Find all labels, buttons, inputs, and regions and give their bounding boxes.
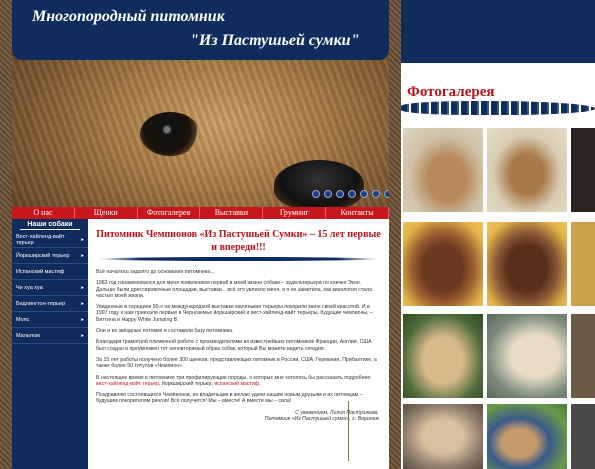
- gallery-thumb[interactable]: [571, 128, 595, 212]
- gallery-thumb[interactable]: [571, 222, 595, 306]
- paragraph: За 15 лет работы получено более 300 щенк…: [96, 356, 377, 370]
- site-title: Многопородный питомник: [32, 8, 225, 25]
- sidebar-item-label: Чи хуа хуа: [16, 284, 43, 291]
- arrow-icon: ▸: [81, 284, 84, 291]
- header-banner: Многопородный питомник "Из Пастушьей сум…: [12, 0, 389, 207]
- sidebar-item-chihuahua[interactable]: Чи хуа хуа ▸: [12, 280, 88, 296]
- gallery-thumb[interactable]: [403, 314, 483, 398]
- dog-nose: [274, 160, 364, 207]
- gallery-panel: Фотогалерея: [401, 0, 595, 469]
- paragraph: Поздравляю состоявшихся Чемпионов, их вл…: [96, 392, 363, 405]
- paragraph-text: В настоящее время в питомнике три профил…: [96, 374, 372, 381]
- slider-dot[interactable]: [312, 190, 320, 198]
- gallery-thumb[interactable]: [403, 128, 483, 212]
- gallery-title: Фотогалерея: [407, 84, 495, 100]
- content-title: Питомник Чемпионов «Из Пастушьей Сумки» …: [96, 229, 381, 253]
- gallery-thumb[interactable]: [487, 128, 567, 212]
- arrow-icon: ▸: [81, 316, 84, 323]
- sidebar-item-mastiff[interactable]: Испанский мастиф: [12, 264, 88, 280]
- main-nav: О нас Щенки Фотогалерея Выставки Груминг…: [12, 207, 389, 219]
- paragraph-breeds: В настоящее время в питомнике три профил…: [96, 375, 381, 388]
- link-westie[interactable]: вест-хайленд-вайт терьер: [96, 381, 159, 387]
- arrow-icon: ▸: [81, 300, 84, 307]
- gallery-thumb[interactable]: [571, 314, 595, 398]
- signature-line: Питомник «Из Пастушьей сумки», г. Вороне…: [264, 416, 379, 423]
- sidebar-item-label: Йоркширский терьер: [16, 252, 70, 259]
- arrow-icon: ▸: [81, 332, 84, 339]
- sidebar-item-label: Бедлингтон-терьер: [16, 300, 66, 307]
- sidebar-item-maltese[interactable]: Мальтезе ▸: [12, 328, 88, 344]
- title-swash: [98, 257, 379, 261]
- paragraph-text: .: [259, 380, 261, 387]
- sidebar-item-yorkie[interactable]: Йоркширский терьер ▸: [12, 248, 88, 264]
- sidebar-item-bedlington[interactable]: Бедлингтон-терьер ▸: [12, 296, 88, 312]
- gallery-thumb[interactable]: [487, 314, 567, 398]
- slider-dots[interactable]: [312, 190, 389, 198]
- sidebar-item-label: Мальтезе: [16, 332, 41, 339]
- paragraph: 1982 год ознаменовался для меня появлени…: [96, 280, 372, 299]
- slider-dot[interactable]: [372, 190, 380, 198]
- arrow-icon: ▸: [81, 236, 84, 243]
- sidebar-item-label: Испанский мастиф: [16, 268, 65, 275]
- slider-dot[interactable]: [384, 190, 389, 198]
- paragraph: Всё началось задолго до основания питомн…: [96, 269, 215, 275]
- gallery-swash: [401, 101, 595, 115]
- nav-grooming[interactable]: Груминг: [263, 207, 327, 219]
- sidebar-item-westie[interactable]: Вест-хайленд-вайт терьер ▸: [12, 232, 88, 248]
- sidebar-title: Наши собаки: [20, 221, 80, 230]
- sidebar: Наши собаки Вест-хайленд-вайт терьер ▸ Йо…: [12, 219, 88, 469]
- gallery-thumb[interactable]: [403, 222, 483, 306]
- paragraph: Благодаря грамотной племенной работе с п…: [96, 339, 372, 352]
- gallery-thumb[interactable]: [571, 404, 595, 469]
- main-content: Питомник Чемпионов «Из Пастушьей Сумки» …: [88, 219, 389, 469]
- nav-about[interactable]: О нас: [12, 207, 75, 219]
- gallery-thumb[interactable]: [487, 222, 567, 306]
- link-mastiff[interactable]: испанский мастиф: [214, 381, 259, 387]
- slider-dot[interactable]: [336, 190, 344, 198]
- nav-puppies[interactable]: Щенки: [75, 207, 138, 219]
- arrow-icon: ▸: [81, 252, 84, 259]
- slider-dot[interactable]: [324, 190, 332, 198]
- sidebar-item-label: Вест-хайленд-вайт терьер: [16, 233, 65, 246]
- site-subtitle: "Из Пастушьей сумки": [190, 32, 360, 49]
- slider-dot[interactable]: [348, 190, 356, 198]
- gallery-top-band: [401, 0, 595, 63]
- gallery-thumb[interactable]: [403, 404, 483, 469]
- site-main-panel: Многопородный питомник "Из Пастушьей сум…: [12, 0, 389, 469]
- plant-decoration: [348, 401, 379, 461]
- nav-shows[interactable]: Выставки: [200, 207, 264, 219]
- gallery-thumb[interactable]: [487, 404, 567, 469]
- paragraph: Они и их звёздные потомки и составили ба…: [96, 328, 234, 335]
- sidebar-item-pug[interactable]: Мопс ▸: [12, 312, 88, 328]
- paragraph-text: , йоркширский терьер,: [159, 380, 215, 387]
- nav-gallery[interactable]: Фотогалерея: [138, 207, 201, 219]
- dog-eye: [140, 112, 200, 156]
- paragraph: Увиденные в середине 90-х на международн…: [96, 304, 373, 323]
- slider-dot[interactable]: [360, 190, 368, 198]
- sidebar-item-label: Мопс: [16, 316, 30, 323]
- nav-contacts[interactable]: Контакты: [326, 207, 389, 219]
